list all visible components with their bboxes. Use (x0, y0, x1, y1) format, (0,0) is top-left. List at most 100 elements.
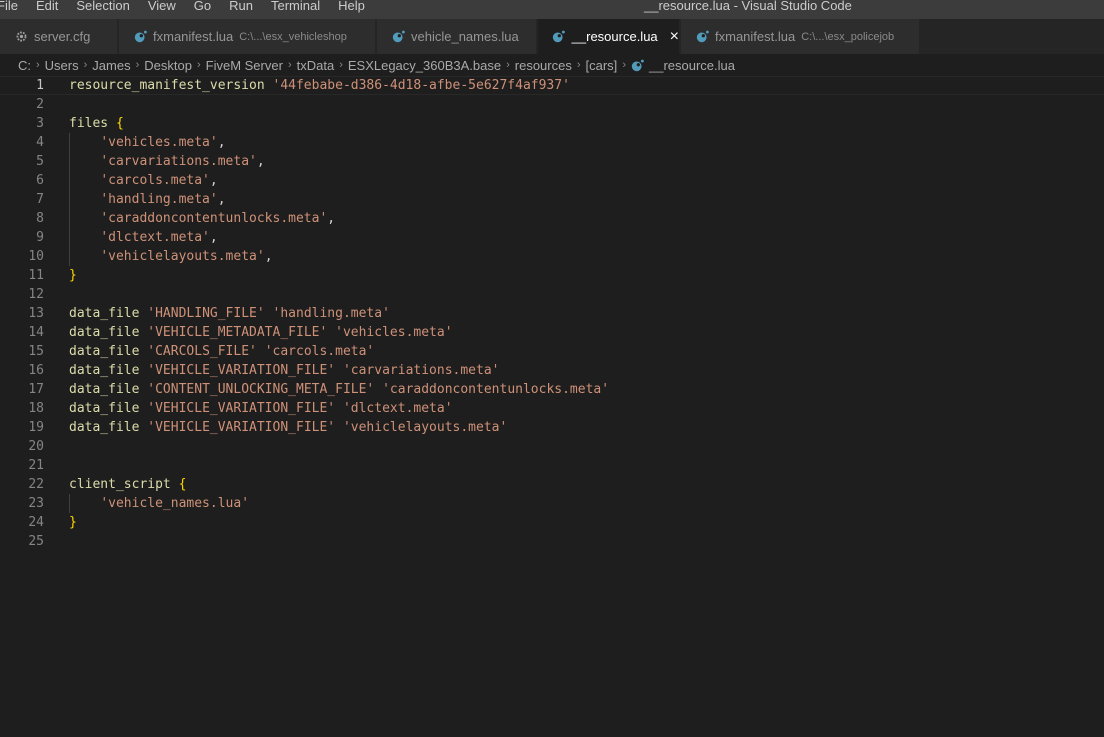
tab-fxmanifest-lua[interactable]: fxmanifest.lua C:\...\esx_vehicleshop (119, 19, 376, 54)
breadcrumb-item[interactable]: ESXLegacy_360B3A.base (348, 58, 501, 73)
line-number: 18 (28, 401, 44, 416)
code-line[interactable]: 23 'vehicle_names.lua' (0, 494, 1104, 513)
chevron-right-icon: › (135, 59, 140, 71)
chevron-right-icon: › (196, 59, 201, 71)
string-token: 'caraddoncontentunlocks.meta' (382, 382, 610, 397)
code-line[interactable]: 14 data_file 'VEHICLE_METADATA_FILE' 'veh… (0, 323, 1104, 342)
code-line[interactable]: 12 (0, 285, 1104, 304)
code-line[interactable]: 21 (0, 456, 1104, 475)
breadcrumb: C: › Users › James › Desktop › FiveM Server › txDa… (0, 54, 1104, 76)
code-line[interactable]: 17 data_file 'CONTENT_UNLOCKING_META_FILE… (0, 380, 1104, 399)
code-line[interactable]: 18 data_file 'VEHICLE_VARIATION_FILE' 'dl… (0, 399, 1104, 418)
code-line[interactable]: 22 client_script { (0, 475, 1104, 494)
punctuation-token (69, 211, 100, 226)
identifier-token: client_script (69, 477, 171, 492)
code-line[interactable]: 2 (0, 95, 1104, 114)
string-token: 'handling.meta' (100, 192, 218, 207)
punctuation-token (69, 230, 100, 245)
breadcrumb-item[interactable]: Desktop (144, 58, 192, 73)
punctuation-token (374, 382, 382, 397)
breadcrumb-item[interactable]: txData (297, 58, 335, 73)
string-token: 'handling.meta' (272, 306, 390, 321)
code-line[interactable]: 25 (0, 532, 1104, 551)
breadcrumb-item[interactable]: Users (45, 58, 79, 73)
punctuation-token (335, 420, 343, 435)
code-text: client_script { (69, 475, 186, 494)
punctuation-token: , (217, 192, 226, 207)
punctuation-token: { (115, 116, 124, 131)
code-editor[interactable]: 1 resource_manifest_version '44febabe-d38… (0, 76, 1104, 737)
code-line[interactable]: 13 data_file 'HANDLING_FILE' 'handling.me… (0, 304, 1104, 323)
code-text: 'dlctext.meta', (69, 228, 218, 247)
indent-guide (69, 133, 70, 266)
lua-moon-icon (391, 30, 405, 44)
menu-file[interactable]: File (0, 0, 27, 19)
code-line[interactable]: 9 'dlctext.meta', (0, 228, 1104, 247)
line-number: 4 (36, 135, 44, 150)
code-line[interactable]: 19 data_file 'VEHICLE_VARIATION_FILE' 've… (0, 418, 1104, 437)
code-line[interactable]: 16 data_file 'VEHICLE_VARIATION_FILE' 'ca… (0, 361, 1104, 380)
menu-help[interactable]: Help (329, 0, 374, 19)
code-line[interactable]: 11} (0, 266, 1104, 285)
line-number: 23 (28, 496, 44, 511)
menu-selection[interactable]: Selection (67, 0, 138, 19)
menu-go[interactable]: Go (185, 0, 220, 19)
code-line[interactable]: 5 'carvariations.meta', (0, 152, 1104, 171)
identifier-token: data_file (69, 363, 140, 378)
code-line[interactable]: 20 (0, 437, 1104, 456)
tab-fxmanifest-lua[interactable]: fxmanifest.lua C:\...\esx_policejob (681, 19, 920, 54)
menu-terminal[interactable]: Terminal (262, 0, 329, 19)
line-number: 24 (28, 515, 44, 530)
punctuation-token (327, 325, 335, 340)
line-number: 25 (28, 534, 44, 549)
breadcrumb-item[interactable]: __resource.lua (649, 58, 735, 73)
code-line[interactable]: 3 files { (0, 114, 1104, 133)
chevron-right-icon: › (622, 59, 626, 71)
string-token: 'carcols.meta' (264, 344, 375, 359)
line-number: 19 (28, 420, 44, 435)
punctuation-token (69, 496, 100, 511)
code-line[interactable]: 10 'vehiclelayouts.meta', (0, 247, 1104, 266)
menu-edit[interactable]: Edit (27, 0, 67, 19)
code-line[interactable]: 4 'vehicles.meta', (0, 133, 1104, 152)
tab-vehicle-names-lua[interactable]: vehicle_names.lua (377, 19, 537, 54)
code-line[interactable]: 6 'carcols.meta', (0, 171, 1104, 190)
tab-label: fxmanifest.lua (153, 29, 234, 44)
code-line[interactable]: 8 'caraddoncontentunlocks.meta', (0, 209, 1104, 228)
breadcrumb-item[interactable]: resources (515, 58, 572, 73)
tab-server-cfg[interactable]: server.cfg (0, 19, 118, 54)
code-text: } (69, 266, 77, 285)
identifier-token: data_file (69, 420, 140, 435)
line-number: 7 (36, 192, 44, 207)
identifier-token: resource_manifest_version (69, 78, 265, 93)
string-token: 'HANDLING_FILE' (147, 306, 265, 321)
menu-view[interactable]: View (139, 0, 185, 19)
punctuation-token (69, 249, 100, 264)
line-number: 5 (36, 154, 44, 169)
menu-run[interactable]: Run (220, 0, 262, 19)
code-text: data_file 'CONTENT_UNLOCKING_META_FILE' … (69, 380, 609, 399)
string-token: 'VEHICLE_VARIATION_FILE' (147, 420, 336, 435)
punctuation-token: , (264, 249, 273, 264)
code-line[interactable]: 15 data_file 'CARCOLS_FILE' 'carcols.meta… (0, 342, 1104, 361)
code-line[interactable]: 1 resource_manifest_version '44febabe-d38… (0, 76, 1104, 95)
code-line[interactable]: 7 'handling.meta', (0, 190, 1104, 209)
breadcrumb-item[interactable]: [cars] (586, 58, 618, 73)
code-text: 'caraddoncontentunlocks.meta', (69, 209, 335, 228)
tab-resource-lua[interactable]: __resource.lua × (538, 19, 680, 54)
punctuation-token (69, 135, 100, 150)
breadcrumb-item[interactable]: James (92, 58, 130, 73)
close-icon[interactable]: × (670, 28, 679, 45)
string-token: '44febabe-d386-4d18-afbe-5e627f4af937' (272, 78, 570, 93)
lua-moon-icon (133, 30, 147, 44)
breadcrumb-item[interactable]: C: (18, 58, 31, 73)
code-line[interactable]: 24} (0, 513, 1104, 532)
tab-description: C:\...\esx_vehicleshop (239, 30, 347, 43)
breadcrumb-item[interactable]: FiveM Server (206, 58, 283, 73)
line-number: 22 (28, 477, 44, 492)
lua-moon-icon (631, 59, 644, 72)
punctuation-token: , (209, 230, 218, 245)
code-text: 'vehicles.meta', (69, 133, 225, 152)
line-number: 16 (28, 363, 44, 378)
code-text: data_file 'VEHICLE_VARIATION_FILE' 'carv… (69, 361, 500, 380)
